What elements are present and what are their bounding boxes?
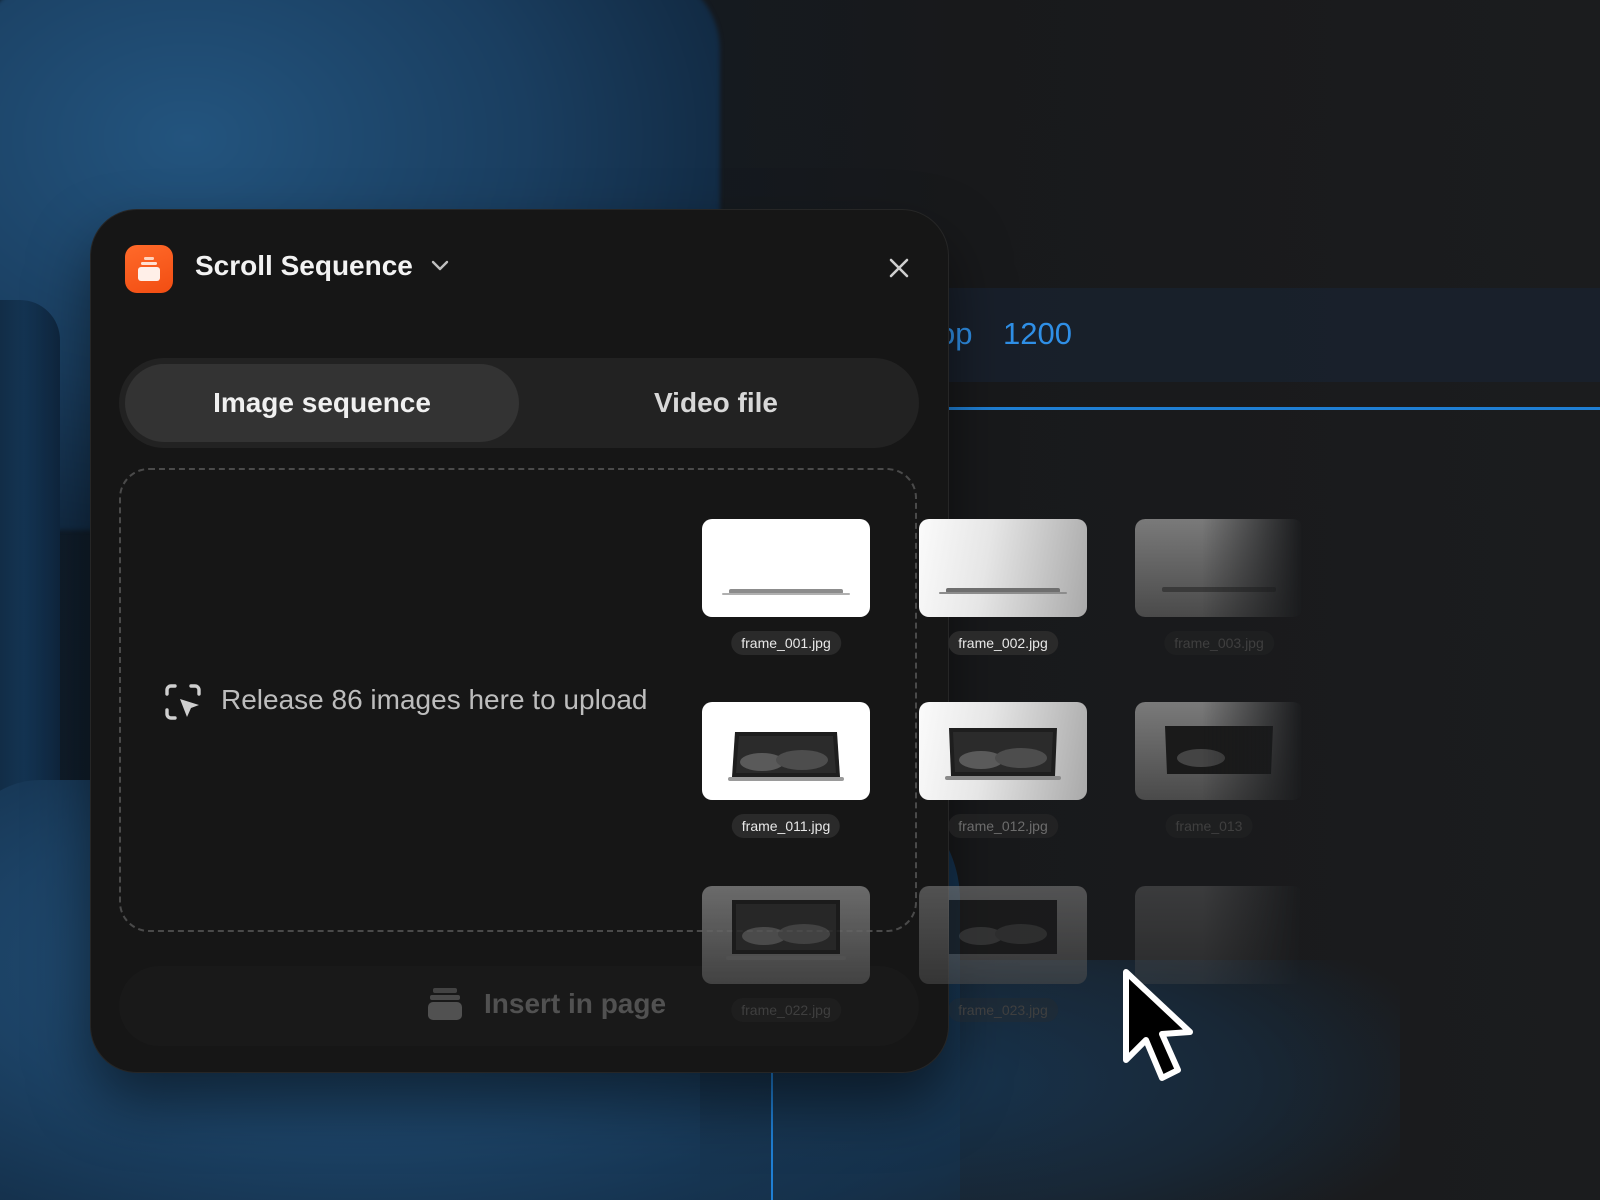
insert-button-label: Insert in page <box>484 988 667 1019</box>
file-thumbnail <box>702 519 870 617</box>
width-value[interactable]: 1200 <box>1003 316 1072 352</box>
file-name-label: frame_011.jpg <box>731 814 841 838</box>
tab-image-sequence[interactable]: Image sequence <box>125 364 519 442</box>
file-name-label: frame_002.jpg <box>948 631 1058 655</box>
source-type-tabs: Image sequence Video file <box>119 358 919 448</box>
file-name-label: frame_023.jpg <box>948 998 1058 1022</box>
panel-title[interactable]: Scroll Sequence <box>195 250 413 282</box>
canvas-guide-vertical <box>771 1070 773 1200</box>
file-thumbnail <box>919 702 1087 800</box>
file-thumbnail <box>1135 702 1303 800</box>
file-thumbnail <box>1135 519 1303 617</box>
stack-icon <box>428 988 462 1020</box>
file-name-label: frame_003.jpg <box>1164 631 1274 655</box>
drop-select-icon <box>165 684 201 720</box>
layers-icon <box>125 245 173 293</box>
file-thumbnail <box>702 702 870 800</box>
file-thumbnail <box>702 886 870 984</box>
file-thumbnail <box>919 886 1087 984</box>
dropzone-message: Release 86 images here to upload <box>221 684 648 715</box>
file-name-label: frame_013 <box>1165 814 1253 838</box>
chevron-down-icon[interactable] <box>431 260 449 272</box>
tab-video-file[interactable]: Video file <box>519 364 913 442</box>
file-name-label: frame_001.jpg <box>731 631 841 655</box>
file-name-label: frame_022.jpg <box>731 998 841 1022</box>
file-name-label: frame_012.jpg <box>948 814 1058 838</box>
close-icon[interactable] <box>887 256 911 280</box>
file-thumbnail <box>919 519 1087 617</box>
mouse-pointer-icon <box>1123 969 1193 1081</box>
canvas-guide-horizontal <box>930 407 1600 410</box>
